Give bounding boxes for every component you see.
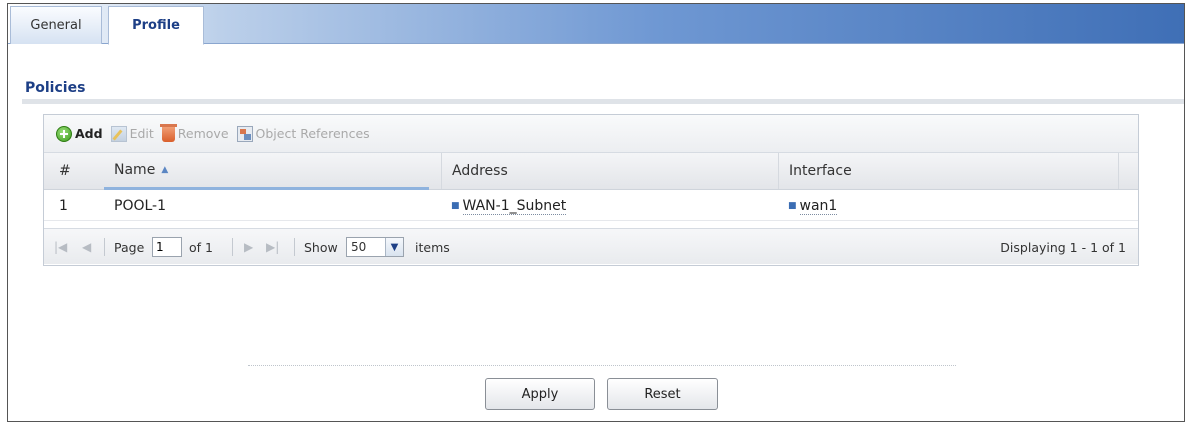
trash-icon — [159, 123, 177, 142]
column-header-number-label: # — [59, 163, 71, 179]
apply-button[interactable]: Apply — [485, 378, 595, 410]
interface-object-icon: ■ — [788, 201, 797, 211]
column-header-address[interactable]: Address — [441, 153, 776, 189]
remove-button[interactable]: Remove — [159, 123, 229, 142]
add-circle-icon — [56, 125, 72, 142]
remove-label: Remove — [177, 126, 229, 141]
section-divider — [22, 99, 1184, 104]
edit-label: Edit — [129, 126, 154, 141]
apply-button-label: Apply — [521, 386, 559, 402]
page-number-input[interactable] — [152, 237, 182, 257]
tab-general[interactable]: General — [10, 6, 102, 44]
reset-button[interactable]: Reset — [607, 378, 718, 410]
next-page-icon[interactable]: ▶ — [244, 229, 253, 265]
last-page-icon[interactable]: ▶| — [266, 229, 279, 265]
footer-divider — [248, 365, 956, 366]
page-size-select-wrap: 50 ▼ — [346, 229, 404, 265]
row-interface[interactable]: ■ wan1 — [788, 191, 838, 221]
tab-bar: General Profile — [8, 4, 1184, 45]
address-object-icon: ■ — [451, 201, 460, 211]
interface-link[interactable]: wan1 — [799, 198, 838, 215]
column-header-number[interactable]: # — [59, 153, 99, 189]
first-page-icon[interactable]: |◀ — [54, 229, 67, 265]
grid-toolbar: Add Edit Remove Object References — [44, 115, 1138, 153]
items-label: items — [415, 239, 450, 255]
add-button[interactable]: Add — [56, 125, 103, 142]
column-header-interface[interactable]: Interface — [778, 153, 1119, 189]
tab-profile-label: Profile — [132, 18, 180, 33]
row-address[interactable]: ■ WAN-1_Subnet — [451, 191, 567, 221]
object-references-icon — [236, 125, 253, 142]
pager-separator — [232, 238, 233, 256]
section-title: Policies — [25, 80, 86, 96]
pagination-bar: |◀ ◀ Page of 1 ▶ ▶| Show 50 ▼ items Disp… — [44, 228, 1138, 264]
row-name: POOL-1 — [114, 198, 166, 214]
edit-button[interactable]: Edit — [110, 125, 154, 142]
tab-general-label: General — [30, 18, 82, 33]
add-label: Add — [75, 126, 103, 141]
displaying-info: Displaying 1 - 1 of 1 — [1000, 239, 1126, 255]
tab-profile[interactable]: Profile — [108, 6, 204, 45]
page-input-wrap — [152, 229, 182, 265]
object-references-label: Object References — [255, 126, 370, 141]
page-label: Page — [114, 239, 145, 255]
address-link[interactable]: WAN-1_Subnet — [462, 198, 567, 215]
page-size-select[interactable]: 50 ▼ — [346, 237, 404, 257]
column-header-name-label: Name — [114, 162, 156, 178]
page-count: of 1 — [189, 239, 213, 255]
policies-grid: Add Edit Remove Object References # Name… — [43, 114, 1139, 266]
column-header-address-label: Address — [452, 163, 508, 179]
prev-page-icon[interactable]: ◀ — [82, 229, 91, 265]
pager-separator — [294, 238, 295, 256]
sort-ascending-icon: ▲ — [161, 165, 169, 175]
edit-icon — [110, 125, 127, 142]
pager-separator — [104, 238, 105, 256]
reset-button-label: Reset — [644, 386, 681, 402]
table-header: # Name ▲ Address Interface — [44, 153, 1138, 190]
column-header-name[interactable]: Name ▲ — [104, 153, 429, 190]
page-size-value: 50 — [351, 240, 367, 254]
table-row[interactable]: 1 POOL-1 ■ WAN-1_Subnet ■ wan1 — [44, 191, 1138, 221]
show-label: Show — [304, 239, 338, 255]
profile-window: General Profile Policies Add Edit Remove… — [7, 3, 1185, 422]
column-header-interface-label: Interface — [789, 163, 852, 179]
chevron-down-icon[interactable]: ▼ — [385, 238, 403, 256]
object-references-button[interactable]: Object References — [236, 125, 370, 142]
row-number: 1 — [59, 198, 68, 214]
